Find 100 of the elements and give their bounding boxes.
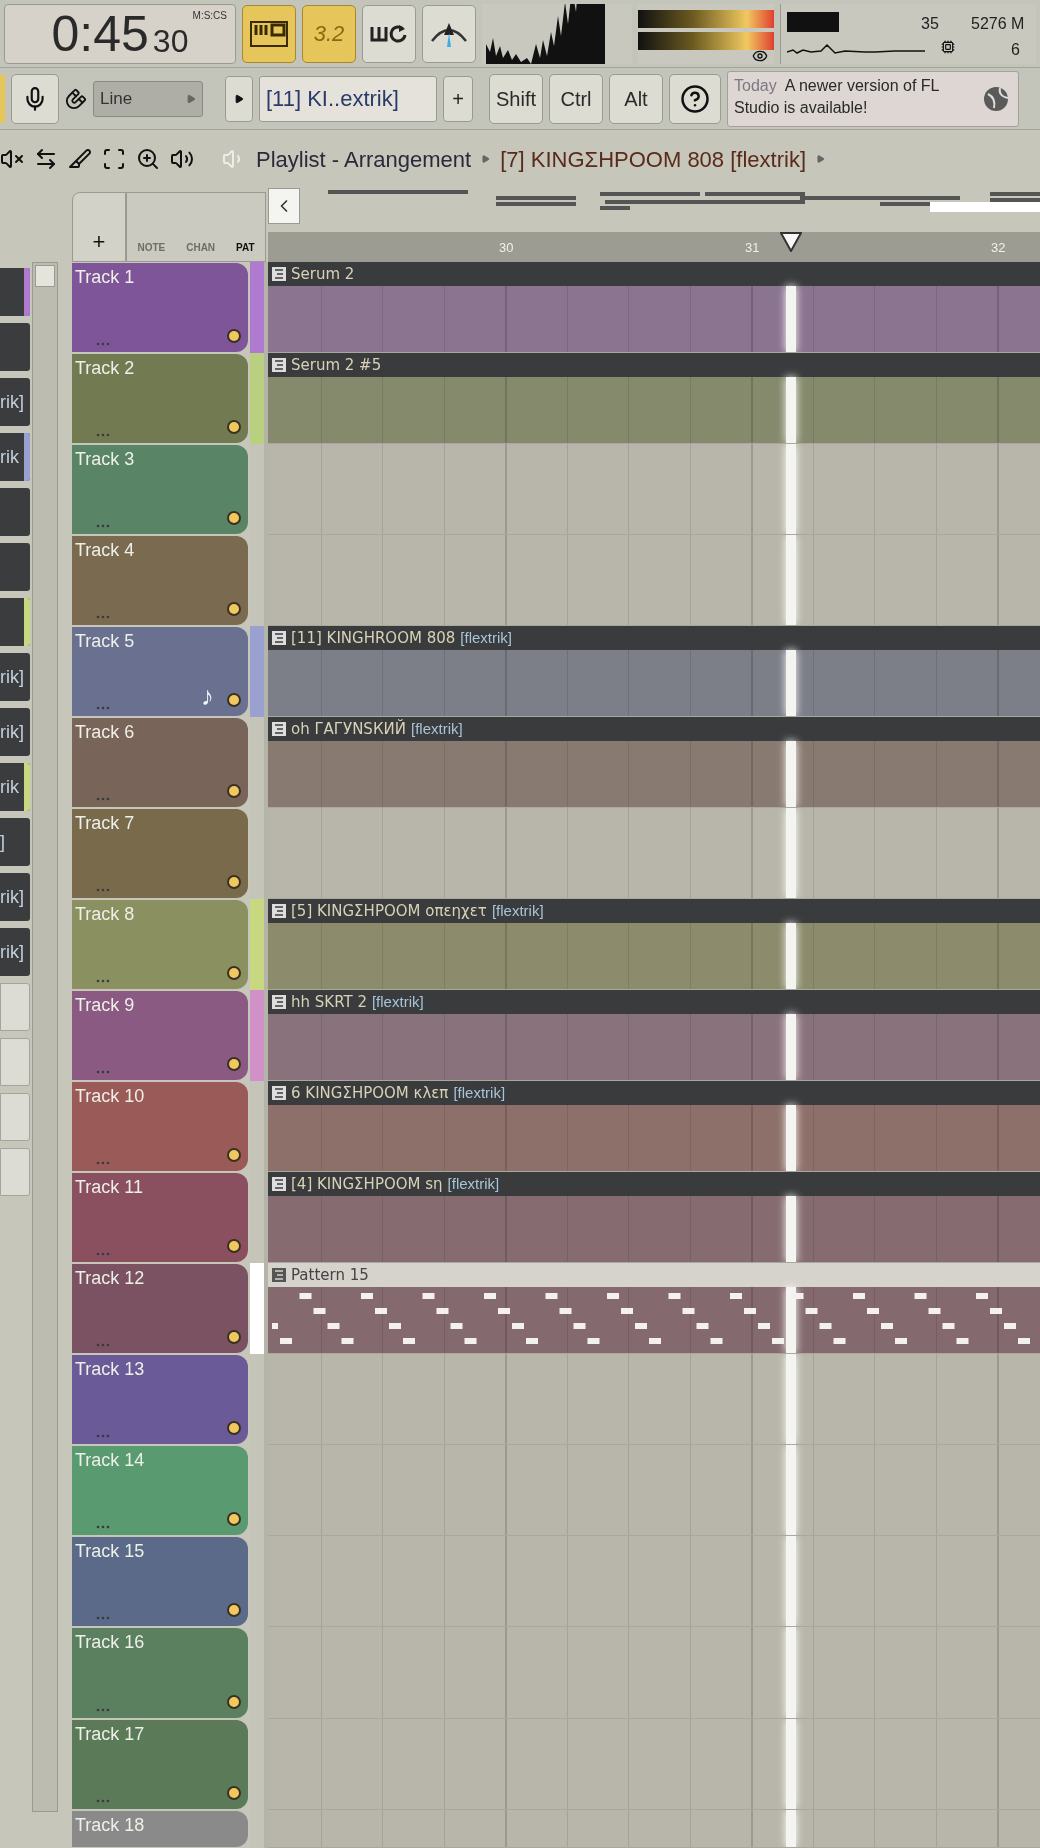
dots-icon[interactable]	[96, 1070, 110, 1075]
clip-menu-icon[interactable]	[272, 904, 286, 919]
clip-header[interactable]: Serum 2 #5	[268, 353, 1040, 378]
clip-menu-icon[interactable]	[272, 1177, 286, 1192]
circle-icon[interactable]	[226, 692, 242, 709]
dots-icon[interactable]	[96, 1616, 110, 1621]
clip-body[interactable]	[268, 650, 1040, 717]
clip-body[interactable]	[268, 1014, 1040, 1081]
dots-icon[interactable]	[96, 888, 110, 893]
circle-icon[interactable]	[226, 1147, 242, 1164]
clip-body[interactable]	[268, 377, 1040, 444]
clip-menu-icon[interactable]	[272, 267, 286, 281]
channel-row[interactable]	[0, 268, 30, 316]
zoom-icon[interactable]	[136, 147, 160, 171]
dots-icon[interactable]	[96, 524, 110, 529]
clip-header[interactable]: [5] KINGΣΗΡΟΟΜ οπεηχετ [flextrik]	[268, 899, 1040, 924]
circle-icon[interactable]	[226, 510, 242, 527]
dots-icon[interactable]	[96, 1798, 110, 1803]
magnet-icon[interactable]	[65, 87, 87, 110]
track-header[interactable]: Track 6	[72, 718, 248, 808]
clip-menu-icon[interactable]	[272, 631, 286, 646]
circle-icon[interactable]	[226, 1329, 242, 1346]
news-panel[interactable]: Today A newer version of FL Studio is available!	[727, 70, 1019, 127]
track-header[interactable]: Track 5 ♪	[72, 627, 248, 717]
circle-icon[interactable]	[226, 1511, 242, 1528]
track-header[interactable]: Track 1	[72, 263, 248, 353]
microphone-button[interactable]	[11, 73, 59, 124]
dots-icon[interactable]	[96, 1343, 110, 1348]
track-header[interactable]: Track 17	[72, 1719, 248, 1809]
clip-body[interactable]	[268, 1105, 1040, 1172]
dots-icon[interactable]	[96, 1434, 110, 1439]
dots-icon[interactable]	[96, 1252, 110, 1257]
pattern-clip-header[interactable]: Pattern 15	[268, 1263, 1040, 1288]
toolbar-button[interactable]	[362, 4, 416, 63]
circle-icon[interactable]	[226, 1420, 242, 1437]
track-header[interactable]: Track 3	[72, 445, 248, 535]
circle-icon[interactable]	[226, 965, 242, 982]
dots-icon[interactable]	[96, 1525, 110, 1530]
circle-icon[interactable]	[226, 1238, 242, 1255]
modifier-key-button[interactable]: Alt	[609, 73, 663, 124]
add-track-tab[interactable]: +	[72, 192, 126, 262]
arrows-icon[interactable]	[34, 147, 58, 171]
track-header[interactable]: Track 9	[72, 991, 248, 1081]
dots-icon[interactable]	[96, 615, 110, 620]
circle-icon[interactable]	[226, 1602, 242, 1619]
dots-icon[interactable]	[96, 433, 110, 438]
modifier-key-button[interactable]: Shift	[489, 73, 543, 124]
clip-body[interactable]	[268, 286, 1040, 353]
track-header[interactable]: Track 13	[72, 1355, 248, 1445]
dots-icon[interactable]	[96, 342, 110, 347]
clip-header[interactable]: [4] KINGΣΗΡΟΟΜ sη [flextrik]	[268, 1172, 1040, 1197]
channel-row[interactable]: rik]	[0, 873, 30, 921]
track-header[interactable]: Track 16	[72, 1628, 248, 1718]
help-button[interactable]	[669, 73, 721, 124]
mute-icon[interactable]	[0, 147, 24, 171]
select-icon[interactable]	[102, 147, 126, 171]
track-header[interactable]: Track 2	[72, 354, 248, 444]
toolbar-button[interactable]	[242, 4, 296, 63]
circle-icon[interactable]	[226, 419, 242, 436]
channel-row[interactable]: ]	[0, 818, 30, 866]
scrollbar[interactable]	[32, 262, 58, 1812]
track-header[interactable]: Track 7	[72, 809, 248, 899]
channel-row[interactable]: rik	[0, 763, 30, 811]
circle-icon[interactable]	[226, 1693, 242, 1710]
circle-icon[interactable]	[226, 874, 242, 891]
clip-header[interactable]: Serum 2	[268, 262, 1040, 286]
channel-row[interactable]	[0, 598, 30, 646]
clip-header[interactable]: 6 KINGΣΗΡΟΟΜ κλεπ [flextrik]	[268, 1081, 1040, 1106]
play-pattern-button[interactable]	[225, 75, 253, 122]
track-header[interactable]: Track 4	[72, 536, 248, 626]
clip-body[interactable]	[268, 1196, 1040, 1263]
add-pattern-button[interactable]: +	[443, 75, 473, 122]
snap-dropdown[interactable]: Line	[93, 80, 203, 117]
track-header[interactable]: Track 10	[72, 1082, 248, 1172]
channel-row[interactable]: rik	[0, 433, 30, 481]
channel-row[interactable]: rik]	[0, 378, 30, 426]
pattern-selector[interactable]: [11] KI..extrik]	[259, 75, 437, 122]
dots-icon[interactable]	[96, 1707, 110, 1712]
circle-icon[interactable]	[226, 783, 242, 800]
playlist-pattern[interactable]: [7] KINGΣΗΡΟΟΜ 808 [flextrik]	[500, 142, 806, 176]
clip-menu-icon[interactable]	[272, 1268, 286, 1283]
channel-row[interactable]: rik]	[0, 653, 30, 701]
track-header[interactable]: Track 12	[72, 1264, 248, 1354]
dots-icon[interactable]	[96, 797, 110, 802]
channel-row[interactable]: rik]	[0, 928, 30, 976]
clip-menu-icon[interactable]	[272, 1086, 286, 1101]
modifier-key-button[interactable]: Ctrl	[549, 73, 603, 124]
clip-menu-icon[interactable]	[272, 995, 286, 1010]
circle-icon[interactable]	[226, 328, 242, 345]
clip-body[interactable]	[268, 741, 1040, 808]
toolbar-button[interactable]	[422, 4, 476, 63]
clip-header[interactable]: oh ГАГУNSКИЙ [flextrik]	[268, 717, 1040, 742]
track-header[interactable]: Track 11	[72, 1173, 248, 1263]
view-tab[interactable]: PAT	[236, 240, 255, 255]
clip-header[interactable]: [11] KINGHROOM 808 [flextrik]	[268, 626, 1040, 651]
clip-menu-icon[interactable]	[272, 358, 286, 373]
clip-menu-icon[interactable]	[272, 722, 286, 737]
speaker-icon[interactable]	[170, 147, 194, 171]
clip-header[interactable]: hh SKRT 2 [flextrik]	[268, 990, 1040, 1015]
dots-icon[interactable]	[96, 1161, 110, 1166]
